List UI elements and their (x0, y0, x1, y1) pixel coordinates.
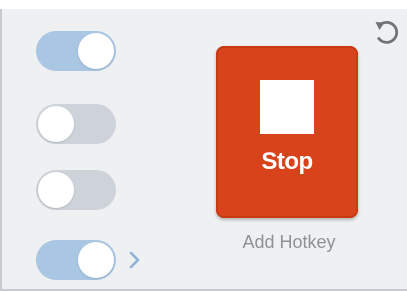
chevron-right-icon[interactable] (128, 248, 142, 272)
toggle-knob (78, 33, 114, 69)
toggle-knob (38, 106, 74, 142)
add-hotkey-link[interactable]: Add Hotkey (216, 232, 362, 253)
capture-panel: Stop Add Hotkey (0, 0, 407, 291)
stop-button[interactable]: Stop (216, 46, 358, 218)
toggle-4[interactable] (36, 240, 116, 280)
toggle-1[interactable] (36, 31, 116, 71)
stop-button-label: Stop (261, 148, 313, 175)
toggle-knob (38, 172, 74, 208)
toggle-knob (78, 242, 114, 278)
top-edge (0, 0, 407, 9)
toggle-3[interactable] (36, 170, 116, 210)
reset-arrow-icon[interactable] (372, 18, 402, 48)
stop-square-icon (260, 80, 314, 134)
toggle-2[interactable] (36, 104, 116, 144)
